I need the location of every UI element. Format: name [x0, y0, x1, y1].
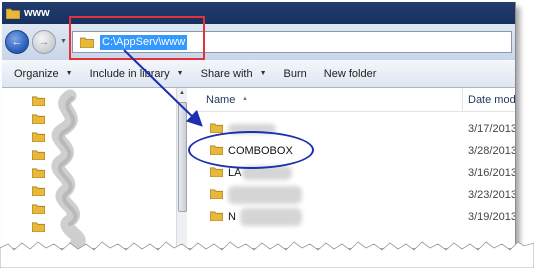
- torn-edge: [0, 241, 534, 268]
- annotation-arrow: [123, 49, 203, 127]
